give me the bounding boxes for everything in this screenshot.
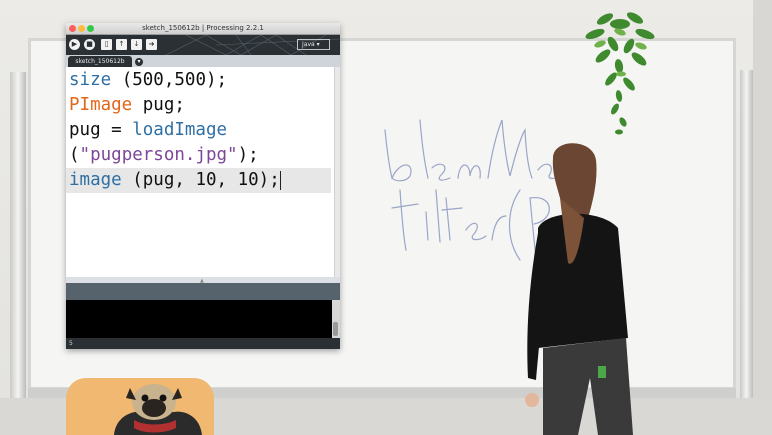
- export-button[interactable]: ➜: [146, 39, 157, 50]
- run-button[interactable]: ▶: [69, 39, 80, 50]
- code-token-text: (500,500);: [111, 70, 228, 90]
- processing-ide-window[interactable]: sketch_150612b | Processing 2.2.1 ▶ ■ ▯ …: [66, 23, 340, 349]
- open-sketch-button[interactable]: ↑: [116, 39, 127, 50]
- close-window-button[interactable]: [69, 25, 76, 32]
- wall-edge: [753, 0, 772, 435]
- save-sketch-button[interactable]: ↓: [131, 39, 142, 50]
- arrow-down-icon: ▾: [137, 58, 141, 65]
- new-sketch-button[interactable]: ▯: [101, 39, 112, 50]
- status-bar: [66, 283, 340, 300]
- new-file-icon: ▯: [104, 40, 109, 48]
- code-token-text: );: [237, 145, 259, 165]
- minimize-window-button[interactable]: [78, 25, 85, 32]
- code-token-string: "pugperson.jpg": [79, 145, 238, 165]
- window-titlebar[interactable]: sketch_150612b | Processing 2.2.1: [66, 23, 340, 35]
- text-caret: [279, 170, 281, 190]
- whiteboard-stand-right: [740, 70, 753, 435]
- stop-icon: ■: [86, 40, 93, 48]
- code-token-function: loadImage: [132, 120, 228, 140]
- code-line-3: pug = loadImage: [69, 118, 331, 143]
- export-icon: ➜: [148, 40, 155, 48]
- play-icon: ▶: [71, 40, 78, 48]
- console-scrollbar-thumb[interactable]: [333, 322, 338, 336]
- editor-scrollbar[interactable]: [334, 67, 340, 277]
- open-icon: ↑: [118, 40, 125, 48]
- code-token-text: (pug, 10, 10);: [121, 170, 280, 190]
- code-line-2: PImage pug;: [69, 93, 331, 118]
- code-token-type: PImage: [69, 95, 133, 115]
- whiteboard-stand-left: [10, 72, 26, 435]
- new-tab-button[interactable]: ▾: [135, 58, 143, 66]
- code-line-4: ("pugperson.jpg");: [69, 143, 331, 168]
- code-text[interactable]: size (500,500); PImage pug; pug = loadIm…: [66, 68, 331, 193]
- code-line-5-current: image (pug, 10, 10);: [66, 168, 331, 193]
- hanging-plant: [585, 12, 655, 135]
- line-number-indicator: 5: [66, 338, 340, 349]
- code-token-text: pug =: [69, 120, 133, 140]
- code-editor[interactable]: size (500,500); PImage pug; pug = loadIm…: [66, 67, 334, 277]
- mode-selector[interactable]: Java ▾: [297, 39, 330, 50]
- stop-button[interactable]: ■: [84, 39, 95, 50]
- console-scrollbar[interactable]: [332, 300, 340, 338]
- save-icon: ↓: [133, 40, 140, 48]
- code-line-1: size (500,500);: [69, 68, 331, 93]
- toolbar: ▶ ■ ▯ ↑ ↓ ➜ Java ▾: [66, 35, 340, 55]
- code-token-text: (: [69, 145, 80, 165]
- presenter-person: [525, 143, 633, 435]
- pug-dog: [114, 384, 202, 435]
- tab-sketch[interactable]: sketch_150612b: [68, 56, 132, 67]
- code-token-function: image: [69, 170, 122, 190]
- code-token-function: size: [69, 70, 112, 90]
- console-output[interactable]: [66, 300, 332, 338]
- code-token-text: pug;: [132, 95, 185, 115]
- zoom-window-button[interactable]: [87, 25, 94, 32]
- window-title: sketch_150612b | Processing 2.2.1: [142, 24, 264, 32]
- resize-grip-icon[interactable]: ▲: [200, 278, 205, 284]
